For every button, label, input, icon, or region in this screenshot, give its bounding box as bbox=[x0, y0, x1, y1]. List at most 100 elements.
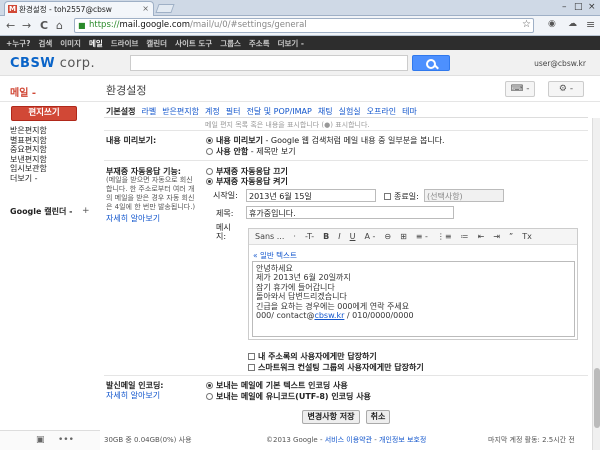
vacation-on-option[interactable]: 부재중 자동응답 켜기 bbox=[206, 176, 288, 187]
bold-icon[interactable]: B bbox=[323, 232, 329, 241]
only-domain-option[interactable]: 스마트워크 컨설팅 그룹의 사용자에게만 답장하기 bbox=[248, 362, 424, 373]
tab-forwarding[interactable]: 전달 및 POP/IMAP bbox=[246, 107, 311, 116]
contact-domain-link[interactable]: cbsw.kr bbox=[314, 311, 344, 320]
gbar-item-groups[interactable]: 그룹스 bbox=[220, 39, 241, 48]
vacation-learn-more-link[interactable]: 자세히 알아보기 bbox=[106, 213, 160, 224]
sidebar-item-starred[interactable]: 별표편지함 bbox=[10, 136, 47, 146]
home-icon[interactable]: ⌂ bbox=[56, 19, 63, 32]
gbar-item-search[interactable]: 검색 bbox=[38, 39, 52, 48]
reload-icon[interactable]: C bbox=[40, 19, 48, 32]
bulleted-list-icon[interactable]: ≔ bbox=[461, 232, 469, 241]
account-email[interactable]: user@cbsw.kr bbox=[534, 59, 586, 68]
save-changes-button[interactable]: 변경사항 저장 bbox=[302, 410, 360, 424]
font-size-icon[interactable]: -T- bbox=[305, 232, 314, 241]
minimize-icon[interactable]: – bbox=[562, 2, 567, 12]
radio-vacation-on[interactable] bbox=[206, 178, 213, 185]
radio-encoding-utf8[interactable] bbox=[206, 393, 213, 400]
underline-icon[interactable]: U bbox=[350, 232, 356, 241]
tab-accounts[interactable]: 계정 bbox=[205, 107, 220, 116]
gbar-item-sites[interactable]: 사이트 도구 bbox=[175, 39, 212, 48]
tab-labs[interactable]: 실험실 bbox=[339, 107, 361, 116]
text-color-icon[interactable]: A - bbox=[364, 232, 375, 241]
tab-themes[interactable]: 테마 bbox=[402, 107, 417, 116]
font-select[interactable]: Sans ... bbox=[255, 232, 284, 241]
browser-tab[interactable]: M 환경설정 - toh2557@cbsw × bbox=[4, 1, 154, 16]
sidebar-item-sent[interactable]: 보낸편지함 bbox=[10, 155, 47, 165]
clear-format-icon[interactable]: Tx bbox=[522, 232, 532, 241]
tab-filters[interactable]: 필터 bbox=[226, 107, 241, 116]
tab-close-icon[interactable]: × bbox=[142, 4, 149, 13]
sidebar-item-important[interactable]: 중요편지함 bbox=[10, 145, 47, 155]
eye-icon[interactable]: ◉ bbox=[548, 19, 556, 29]
end-date-checkbox[interactable] bbox=[384, 193, 391, 200]
google-calendar-link[interactable]: Google 캘린더 - bbox=[10, 206, 72, 217]
quote-icon[interactable]: ” bbox=[509, 232, 513, 241]
radio-encoding-default[interactable] bbox=[206, 382, 213, 389]
gbar-item-calendar[interactable]: 캘린더 bbox=[146, 39, 167, 48]
cancel-button[interactable]: 취소 bbox=[366, 410, 390, 424]
maximize-icon[interactable]: □ bbox=[574, 2, 583, 12]
back-icon[interactable]: ← bbox=[6, 19, 15, 32]
divider bbox=[104, 375, 588, 376]
forward-icon[interactable]: → bbox=[22, 19, 31, 32]
only-contacts-checkbox[interactable] bbox=[248, 353, 255, 360]
mail-menu[interactable]: 메일 - bbox=[10, 84, 36, 99]
tab-inbox[interactable]: 받은편지함 bbox=[162, 107, 199, 116]
gbar-item-more[interactable]: 더보기 - bbox=[278, 39, 304, 48]
outdent-icon[interactable]: ⇤ bbox=[478, 232, 485, 241]
italic-icon[interactable]: I bbox=[338, 232, 340, 241]
end-date-option[interactable]: 종료일: bbox=[384, 191, 419, 202]
start-date-field[interactable]: 2013년 6월 15일 bbox=[246, 189, 376, 202]
image-icon[interactable]: ⊞ bbox=[400, 232, 407, 241]
message-body[interactable]: 안녕하세요 제가 2013년 6월 20일까지 잠기 휴가에 들어갑니다 돌아와… bbox=[252, 261, 575, 337]
sidebar-item-more[interactable]: 더보기 - bbox=[10, 174, 47, 184]
encoding-learn-more-link[interactable]: 자세히 알아보기 bbox=[106, 390, 160, 401]
compose-button[interactable]: 편지쓰기 bbox=[11, 106, 77, 121]
radio-vacation-off[interactable] bbox=[206, 168, 213, 175]
indent-icon[interactable]: ⇥ bbox=[493, 232, 500, 241]
subject-field[interactable]: 휴가중입니다. bbox=[246, 206, 454, 219]
align-icon[interactable]: ≡ - bbox=[416, 232, 428, 241]
privacy-link[interactable]: 개인정보 보호정 bbox=[379, 436, 426, 444]
add-icon[interactable]: + bbox=[82, 206, 90, 216]
tab-labels[interactable]: 라벨 bbox=[141, 107, 156, 116]
tab-general[interactable]: 기본설정 bbox=[106, 107, 135, 116]
gbar-item-images[interactable]: 이미지 bbox=[60, 39, 81, 48]
preview-on-option[interactable]: 내용 미리보기 - Google 웹 검색처럼 메일 내용 중 일부분을 봅니다… bbox=[206, 135, 445, 146]
star-icon[interactable]: ☆ bbox=[522, 19, 531, 30]
encoding-default-option[interactable]: 보내는 메일에 기본 텍스트 인코딩 사용 bbox=[206, 380, 348, 391]
new-tab-button[interactable] bbox=[155, 4, 175, 13]
gbar-item-contacts[interactable]: 주소록 bbox=[249, 39, 270, 48]
company-logo[interactable]: CBSW corp. bbox=[10, 56, 95, 71]
gbar-item-mail[interactable]: 메일 bbox=[89, 39, 103, 48]
search-input[interactable] bbox=[130, 55, 408, 71]
end-date-field[interactable]: (선택사항) bbox=[424, 189, 504, 202]
link-icon[interactable]: ⊖ bbox=[384, 232, 391, 241]
encoding-utf8-option[interactable]: 보내는 메일에 유니코드(UTF-8) 인코딩 사용 bbox=[206, 391, 371, 402]
chat-icon[interactable]: ▣ bbox=[36, 435, 45, 445]
tab-offline[interactable]: 오프라인 bbox=[367, 107, 396, 116]
scrollbar[interactable] bbox=[592, 118, 600, 450]
menu-icon[interactable]: ≡ bbox=[586, 18, 595, 31]
scrollbar-thumb[interactable] bbox=[594, 368, 600, 428]
only-domain-checkbox[interactable] bbox=[248, 364, 255, 371]
preview-off-option[interactable]: 사용 안함 - 제목만 보기 bbox=[206, 146, 296, 157]
search-button[interactable] bbox=[412, 55, 450, 71]
cloud-icon[interactable]: ☁ bbox=[568, 19, 577, 29]
gbar-item-drive[interactable]: 드라이브 bbox=[111, 39, 139, 48]
gbar-item-plus[interactable]: +누구? bbox=[6, 39, 30, 48]
tab-chat[interactable]: 채팅 bbox=[318, 107, 333, 116]
numbered-list-icon[interactable]: ⋮≡ bbox=[437, 232, 452, 241]
gear-button[interactable]: ⚙ - bbox=[548, 81, 584, 97]
sidebar-item-inbox[interactable]: 받은편지함 bbox=[10, 126, 47, 136]
only-contacts-option[interactable]: 내 주소록의 사용자에게만 답장하기 bbox=[248, 351, 377, 362]
close-window-icon[interactable]: × bbox=[588, 2, 596, 12]
terms-link[interactable]: 서비스 이용약관 bbox=[325, 436, 372, 444]
plain-text-link[interactable]: « 일반 텍스트 bbox=[253, 250, 297, 261]
more-icon[interactable]: ••• bbox=[58, 435, 74, 445]
url-field[interactable]: ■ https://mail.google.com/mail/u/0/#setti… bbox=[74, 18, 534, 33]
radio-preview-on[interactable] bbox=[206, 137, 213, 144]
radio-preview-off[interactable] bbox=[206, 148, 213, 155]
keyboard-button[interactable]: ⌨ - bbox=[505, 81, 535, 97]
sidebar-item-drafts[interactable]: 임시보관함 bbox=[10, 164, 47, 174]
